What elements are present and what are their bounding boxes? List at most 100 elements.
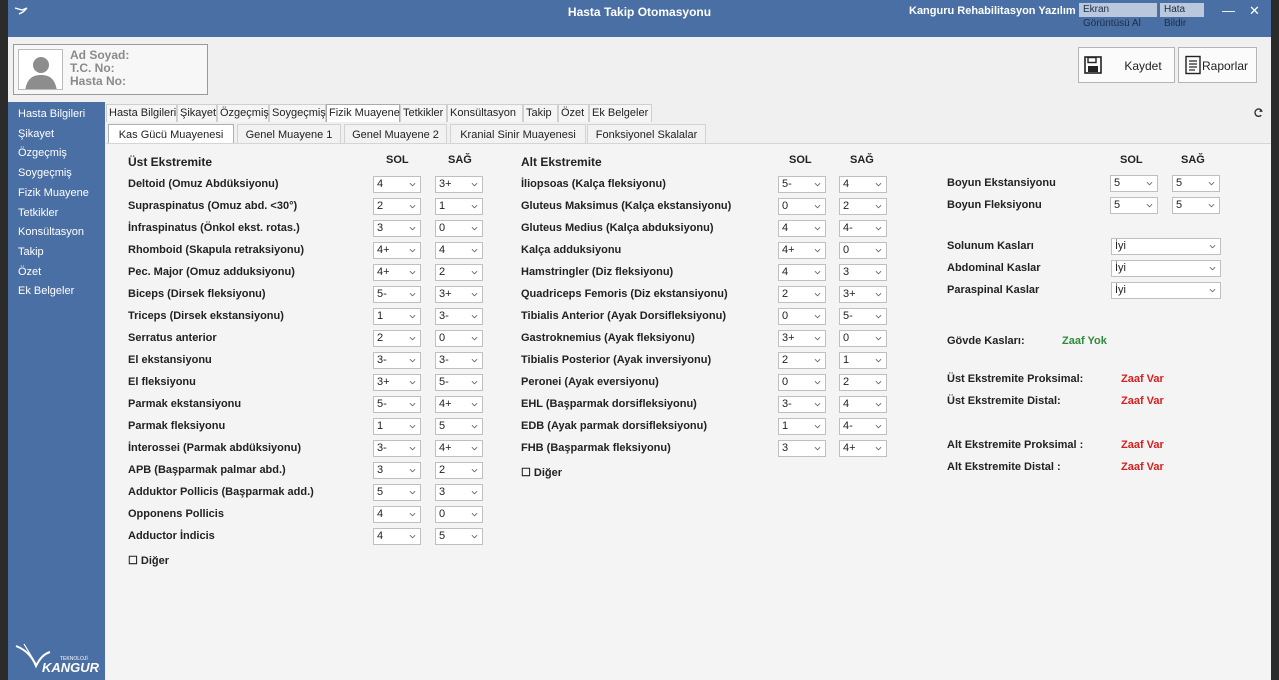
upper-sol-select[interactable]: 1 [373,308,421,325]
lower-sag-select[interactable]: 0 [839,242,887,259]
save-button[interactable]: Kaydet [1078,47,1175,83]
tab-konsultasyon[interactable]: Konsültasyon [447,104,523,122]
upper-sag-select[interactable]: 3+ [435,286,483,303]
trunk-select[interactable]: İyi [1111,260,1221,277]
upper-sag-select[interactable]: 0 [435,330,483,347]
lower-other-checkbox[interactable]: ☐ Diğer [521,466,562,479]
upper-sag-select[interactable]: 3+ [435,176,483,193]
tab-genel-muayene-1[interactable]: Genel Muayene 1 [237,124,341,143]
lower-sag-select[interactable]: 3+ [839,286,887,303]
lower-sol-select[interactable]: 4 [778,220,826,237]
tab-takip[interactable]: Takip [523,104,558,122]
sidebar-item-hasta-bilgileri[interactable]: Hasta Bilgileri [18,108,85,120]
lower-sol-select[interactable]: 0 [778,198,826,215]
lower-sol-select[interactable]: 5- [778,176,826,193]
lower-sol-select[interactable]: 0 [778,374,826,391]
upper-other-checkbox[interactable]: ☐ Diğer [128,554,169,567]
lower-sol-select[interactable]: 2 [778,352,826,369]
sidebar-item-takip[interactable]: Takip [18,246,44,258]
lower-sag-select[interactable]: 2 [839,198,887,215]
neck-sag-select[interactable]: 5 [1172,175,1220,192]
sidebar-item-fizik-muayene[interactable]: Fizik Muayene [18,187,89,199]
tab-ek-belgeler[interactable]: Ek Belgeler [589,104,652,122]
upper-sol-select[interactable]: 2 [373,330,421,347]
upper-sol-select[interactable]: 4 [373,506,421,523]
sidebar-item-ozgecmis[interactable]: Özgeçmiş [18,147,67,159]
lower-sol-select[interactable]: 2 [778,286,826,303]
lower-sag-select[interactable]: 0 [839,330,887,347]
upper-sag-select[interactable]: 3- [435,352,483,369]
lower-sol-select[interactable]: 3 [778,440,826,457]
upper-sol-select[interactable]: 4+ [373,264,421,281]
lower-sag-select[interactable]: 4- [839,418,887,435]
upper-sol-select[interactable]: 4 [373,528,421,545]
sidebar-item-konsultasyon[interactable]: Konsültasyon [18,226,84,238]
lower-sol-select[interactable]: 0 [778,308,826,325]
lower-sol-select[interactable]: 4+ [778,242,826,259]
upper-sol-select[interactable]: 5- [373,396,421,413]
upper-sol-select[interactable]: 2 [373,198,421,215]
sidebar-item-tetkikler[interactable]: Tetkikler [18,207,58,219]
report-bug-button[interactable]: Hata Bildir [1160,3,1204,29]
upper-sag-select[interactable]: 5 [435,528,483,545]
upper-sol-select[interactable]: 3- [373,440,421,457]
sidebar-item-ozet[interactable]: Özet [18,266,41,278]
upper-sol-select[interactable]: 3+ [373,374,421,391]
lower-sag-select[interactable]: 1 [839,352,887,369]
screenshot-button[interactable]: Ekran Görüntüsü Al [1079,3,1157,29]
upper-sag-select[interactable]: 3 [435,484,483,501]
minimize-icon[interactable]: — [1222,3,1235,18]
upper-sol-select[interactable]: 3 [373,462,421,479]
upper-sag-select[interactable]: 0 [435,506,483,523]
refresh-icon[interactable] [1253,107,1264,118]
tab-tetkikler[interactable]: Tetkikler [400,104,447,122]
lower-sag-select[interactable]: 4 [839,396,887,413]
tab-kranial-sinir-muayenesi[interactable]: Kranial Sinir Muayenesi [450,124,586,143]
upper-sag-select[interactable]: 4+ [435,396,483,413]
lower-sag-select[interactable]: 4- [839,220,887,237]
upper-sag-select[interactable]: 2 [435,462,483,479]
upper-sol-select[interactable]: 3- [373,352,421,369]
upper-sag-select[interactable]: 3- [435,308,483,325]
lower-sol-select[interactable]: 1 [778,418,826,435]
upper-sag-select[interactable]: 2 [435,264,483,281]
upper-sag-select[interactable]: 5- [435,374,483,391]
tab-hasta-bilgileri[interactable]: Hasta Bilgileri [106,104,177,122]
tab-soygecmis[interactable]: Soygeçmiş [269,104,326,122]
lower-sag-select[interactable]: 4 [839,176,887,193]
upper-sol-select[interactable]: 5- [373,286,421,303]
tab-kas-gucu-muayenesi[interactable]: Kas Gücü Muayenesi [108,124,234,143]
tab-fizik-muayene[interactable]: Fizik Muayene [326,104,400,122]
upper-sag-select[interactable]: 4 [435,242,483,259]
tab-sikayet[interactable]: Şikayet [177,104,217,122]
lower-sag-select[interactable]: 4+ [839,440,887,457]
trunk-select[interactable]: İyi [1111,238,1221,255]
sidebar-item-soygecmis[interactable]: Soygeçmiş [18,167,72,179]
upper-sol-select[interactable]: 1 [373,418,421,435]
neck-sol-select[interactable]: 5 [1110,197,1158,214]
lower-sag-select[interactable]: 3 [839,264,887,281]
neck-sag-select[interactable]: 5 [1172,197,1220,214]
neck-sol-select[interactable]: 5 [1110,175,1158,192]
lower-sag-select[interactable]: 5- [839,308,887,325]
lower-sol-select[interactable]: 3- [778,396,826,413]
lower-sol-select[interactable]: 4 [778,264,826,281]
tab-genel-muayene-2[interactable]: Genel Muayene 2 [344,124,447,143]
sidebar-item-ek-belgeler[interactable]: Ek Belgeler [18,285,74,297]
upper-sol-select[interactable]: 4+ [373,242,421,259]
upper-sag-select[interactable]: 0 [435,220,483,237]
upper-sag-select[interactable]: 4+ [435,440,483,457]
tab-ozet[interactable]: Özet [558,104,589,122]
upper-sol-select[interactable]: 3 [373,220,421,237]
upper-sol-select[interactable]: 4 [373,176,421,193]
upper-sol-select[interactable]: 5 [373,484,421,501]
tab-fonksiyonel-skalalar[interactable]: Fonksiyonel Skalalar [587,124,706,143]
lower-sag-select[interactable]: 2 [839,374,887,391]
reports-button[interactable]: Raporlar [1178,47,1257,83]
upper-sag-select[interactable]: 1 [435,198,483,215]
trunk-select[interactable]: İyi [1111,282,1221,299]
upper-sag-select[interactable]: 5 [435,418,483,435]
tab-ozgecmis[interactable]: Özgeçmiş [217,104,269,122]
close-icon[interactable]: ✕ [1249,3,1260,19]
lower-sol-select[interactable]: 3+ [778,330,826,347]
